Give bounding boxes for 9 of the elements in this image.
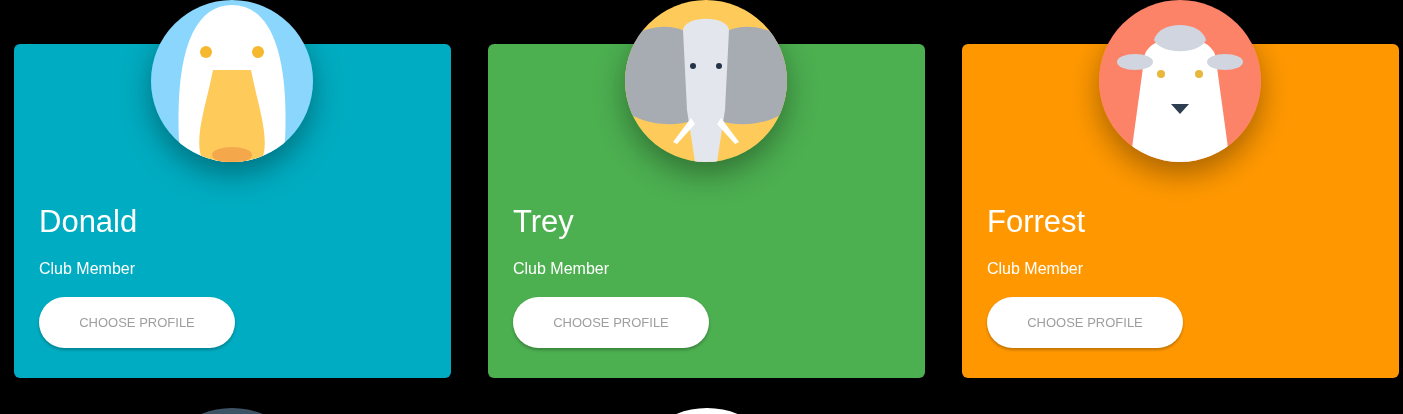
profile-role: Club Member [987, 259, 1085, 279]
profile-role: Club Member [513, 259, 611, 279]
choose-profile-button[interactable]: CHOOSE PROFILE [513, 297, 709, 348]
profile-name: Trey [513, 204, 575, 240]
choose-profile-button[interactable]: CHOOSE PROFILE [987, 297, 1183, 348]
profile-role: Club Member [39, 259, 137, 279]
choose-profile-button[interactable]: CHOOSE PROFILE [39, 297, 235, 348]
profile-name: Donald [39, 204, 139, 240]
profile-name: Forrest [987, 204, 1087, 240]
